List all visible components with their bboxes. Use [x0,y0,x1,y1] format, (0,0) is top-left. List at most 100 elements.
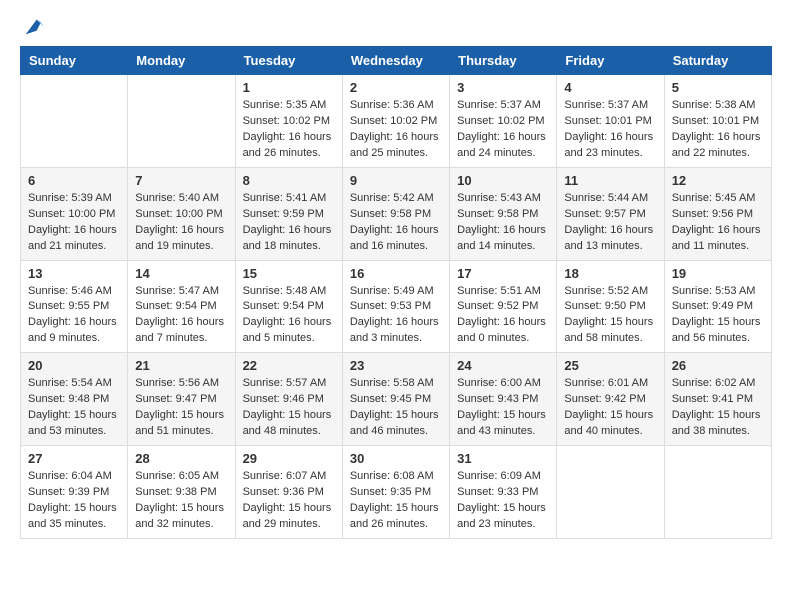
sunset-label: Sunset: 9:47 PM [135,393,216,405]
sunrise-label: Sunrise: 6:00 AM [457,377,541,389]
day-number: 19 [672,266,764,281]
daylight-label: Daylight: 15 hours and 40 minutes. [564,409,653,437]
day-number: 8 [243,173,335,188]
day-number: 3 [457,80,549,95]
daylight-label: Daylight: 16 hours and 22 minutes. [672,131,761,159]
daylight-label: Daylight: 16 hours and 21 minutes. [28,224,117,252]
calendar-cell: 20 Sunrise: 5:54 AM Sunset: 9:48 PM Dayl… [21,353,128,446]
sunset-label: Sunset: 10:01 PM [672,115,759,127]
day-number: 22 [243,358,335,373]
sunset-label: Sunset: 9:38 PM [135,486,216,498]
calendar-cell: 8 Sunrise: 5:41 AM Sunset: 9:59 PM Dayli… [235,167,342,260]
sunrise-label: Sunrise: 5:45 AM [672,192,756,204]
weekday-header-friday: Friday [557,47,664,75]
daylight-label: Daylight: 15 hours and 23 minutes. [457,502,546,530]
daylight-label: Daylight: 16 hours and 25 minutes. [350,131,439,159]
day-number: 6 [28,173,120,188]
calendar-cell: 9 Sunrise: 5:42 AM Sunset: 9:58 PM Dayli… [342,167,449,260]
day-info: Sunrise: 5:37 AM Sunset: 10:01 PM Daylig… [564,98,656,162]
calendar-cell: 11 Sunrise: 5:44 AM Sunset: 9:57 PM Dayl… [557,167,664,260]
sunrise-label: Sunrise: 6:05 AM [135,470,219,482]
daylight-label: Daylight: 16 hours and 14 minutes. [457,224,546,252]
sunrise-label: Sunrise: 5:51 AM [457,285,541,297]
sunset-label: Sunset: 9:58 PM [457,208,538,220]
calendar-cell: 7 Sunrise: 5:40 AM Sunset: 10:00 PM Dayl… [128,167,235,260]
day-number: 11 [564,173,656,188]
daylight-label: Daylight: 16 hours and 19 minutes. [135,224,224,252]
sunset-label: Sunset: 10:01 PM [564,115,651,127]
sunrise-label: Sunrise: 5:47 AM [135,285,219,297]
day-info: Sunrise: 5:38 AM Sunset: 10:01 PM Daylig… [672,98,764,162]
sunset-label: Sunset: 9:33 PM [457,486,538,498]
daylight-label: Daylight: 16 hours and 18 minutes. [243,224,332,252]
day-info: Sunrise: 6:02 AM Sunset: 9:41 PM Dayligh… [672,376,764,440]
day-info: Sunrise: 5:45 AM Sunset: 9:56 PM Dayligh… [672,191,764,255]
calendar-cell: 29 Sunrise: 6:07 AM Sunset: 9:36 PM Dayl… [235,446,342,539]
day-info: Sunrise: 5:37 AM Sunset: 10:02 PM Daylig… [457,98,549,162]
daylight-label: Daylight: 15 hours and 32 minutes. [135,502,224,530]
daylight-label: Daylight: 15 hours and 56 minutes. [672,316,761,344]
sunrise-label: Sunrise: 6:09 AM [457,470,541,482]
logo-icon [22,16,44,38]
sunrise-label: Sunrise: 5:53 AM [672,285,756,297]
calendar-cell: 2 Sunrise: 5:36 AM Sunset: 10:02 PM Dayl… [342,75,449,168]
day-number: 1 [243,80,335,95]
calendar-cell: 10 Sunrise: 5:43 AM Sunset: 9:58 PM Dayl… [450,167,557,260]
calendar-cell: 4 Sunrise: 5:37 AM Sunset: 10:01 PM Dayl… [557,75,664,168]
day-info: Sunrise: 5:43 AM Sunset: 9:58 PM Dayligh… [457,191,549,255]
day-number: 2 [350,80,442,95]
calendar-cell: 24 Sunrise: 6:00 AM Sunset: 9:43 PM Dayl… [450,353,557,446]
sunset-label: Sunset: 9:41 PM [672,393,753,405]
sunset-label: Sunset: 10:02 PM [457,115,544,127]
daylight-label: Daylight: 15 hours and 53 minutes. [28,409,117,437]
calendar-table: SundayMondayTuesdayWednesdayThursdayFrid… [20,46,772,539]
daylight-label: Daylight: 16 hours and 0 minutes. [457,316,546,344]
sunrise-label: Sunrise: 5:52 AM [564,285,648,297]
weekday-header-row: SundayMondayTuesdayWednesdayThursdayFrid… [21,47,772,75]
calendar-week-row: 27 Sunrise: 6:04 AM Sunset: 9:39 PM Dayl… [21,446,772,539]
day-number: 20 [28,358,120,373]
day-info: Sunrise: 6:01 AM Sunset: 9:42 PM Dayligh… [564,376,656,440]
sunset-label: Sunset: 9:50 PM [564,300,645,312]
calendar-cell [21,75,128,168]
day-number: 21 [135,358,227,373]
day-info: Sunrise: 5:56 AM Sunset: 9:47 PM Dayligh… [135,376,227,440]
daylight-label: Daylight: 15 hours and 29 minutes. [243,502,332,530]
sunrise-label: Sunrise: 5:42 AM [350,192,434,204]
sunrise-label: Sunrise: 5:58 AM [350,377,434,389]
calendar-cell: 26 Sunrise: 6:02 AM Sunset: 9:41 PM Dayl… [664,353,771,446]
day-number: 18 [564,266,656,281]
weekday-header-monday: Monday [128,47,235,75]
daylight-label: Daylight: 16 hours and 3 minutes. [350,316,439,344]
sunset-label: Sunset: 10:00 PM [135,208,222,220]
calendar-cell: 5 Sunrise: 5:38 AM Sunset: 10:01 PM Dayl… [664,75,771,168]
day-info: Sunrise: 5:49 AM Sunset: 9:53 PM Dayligh… [350,284,442,348]
weekday-header-tuesday: Tuesday [235,47,342,75]
calendar-cell: 12 Sunrise: 5:45 AM Sunset: 9:56 PM Dayl… [664,167,771,260]
day-info: Sunrise: 5:52 AM Sunset: 9:50 PM Dayligh… [564,284,656,348]
weekday-header-saturday: Saturday [664,47,771,75]
sunset-label: Sunset: 10:00 PM [28,208,115,220]
day-number: 23 [350,358,442,373]
day-number: 12 [672,173,764,188]
calendar-cell: 22 Sunrise: 5:57 AM Sunset: 9:46 PM Dayl… [235,353,342,446]
calendar-cell [557,446,664,539]
day-number: 31 [457,451,549,466]
day-info: Sunrise: 5:53 AM Sunset: 9:49 PM Dayligh… [672,284,764,348]
daylight-label: Daylight: 15 hours and 51 minutes. [135,409,224,437]
day-number: 29 [243,451,335,466]
sunrise-label: Sunrise: 5:43 AM [457,192,541,204]
day-info: Sunrise: 6:00 AM Sunset: 9:43 PM Dayligh… [457,376,549,440]
sunset-label: Sunset: 10:02 PM [350,115,437,127]
day-info: Sunrise: 5:41 AM Sunset: 9:59 PM Dayligh… [243,191,335,255]
calendar-cell: 18 Sunrise: 5:52 AM Sunset: 9:50 PM Dayl… [557,260,664,353]
sunrise-label: Sunrise: 5:40 AM [135,192,219,204]
day-number: 28 [135,451,227,466]
sunset-label: Sunset: 9:48 PM [28,393,109,405]
calendar-cell [664,446,771,539]
weekday-header-sunday: Sunday [21,47,128,75]
sunrise-label: Sunrise: 6:01 AM [564,377,648,389]
day-info: Sunrise: 6:07 AM Sunset: 9:36 PM Dayligh… [243,469,335,533]
day-info: Sunrise: 5:48 AM Sunset: 9:54 PM Dayligh… [243,284,335,348]
daylight-label: Daylight: 15 hours and 58 minutes. [564,316,653,344]
